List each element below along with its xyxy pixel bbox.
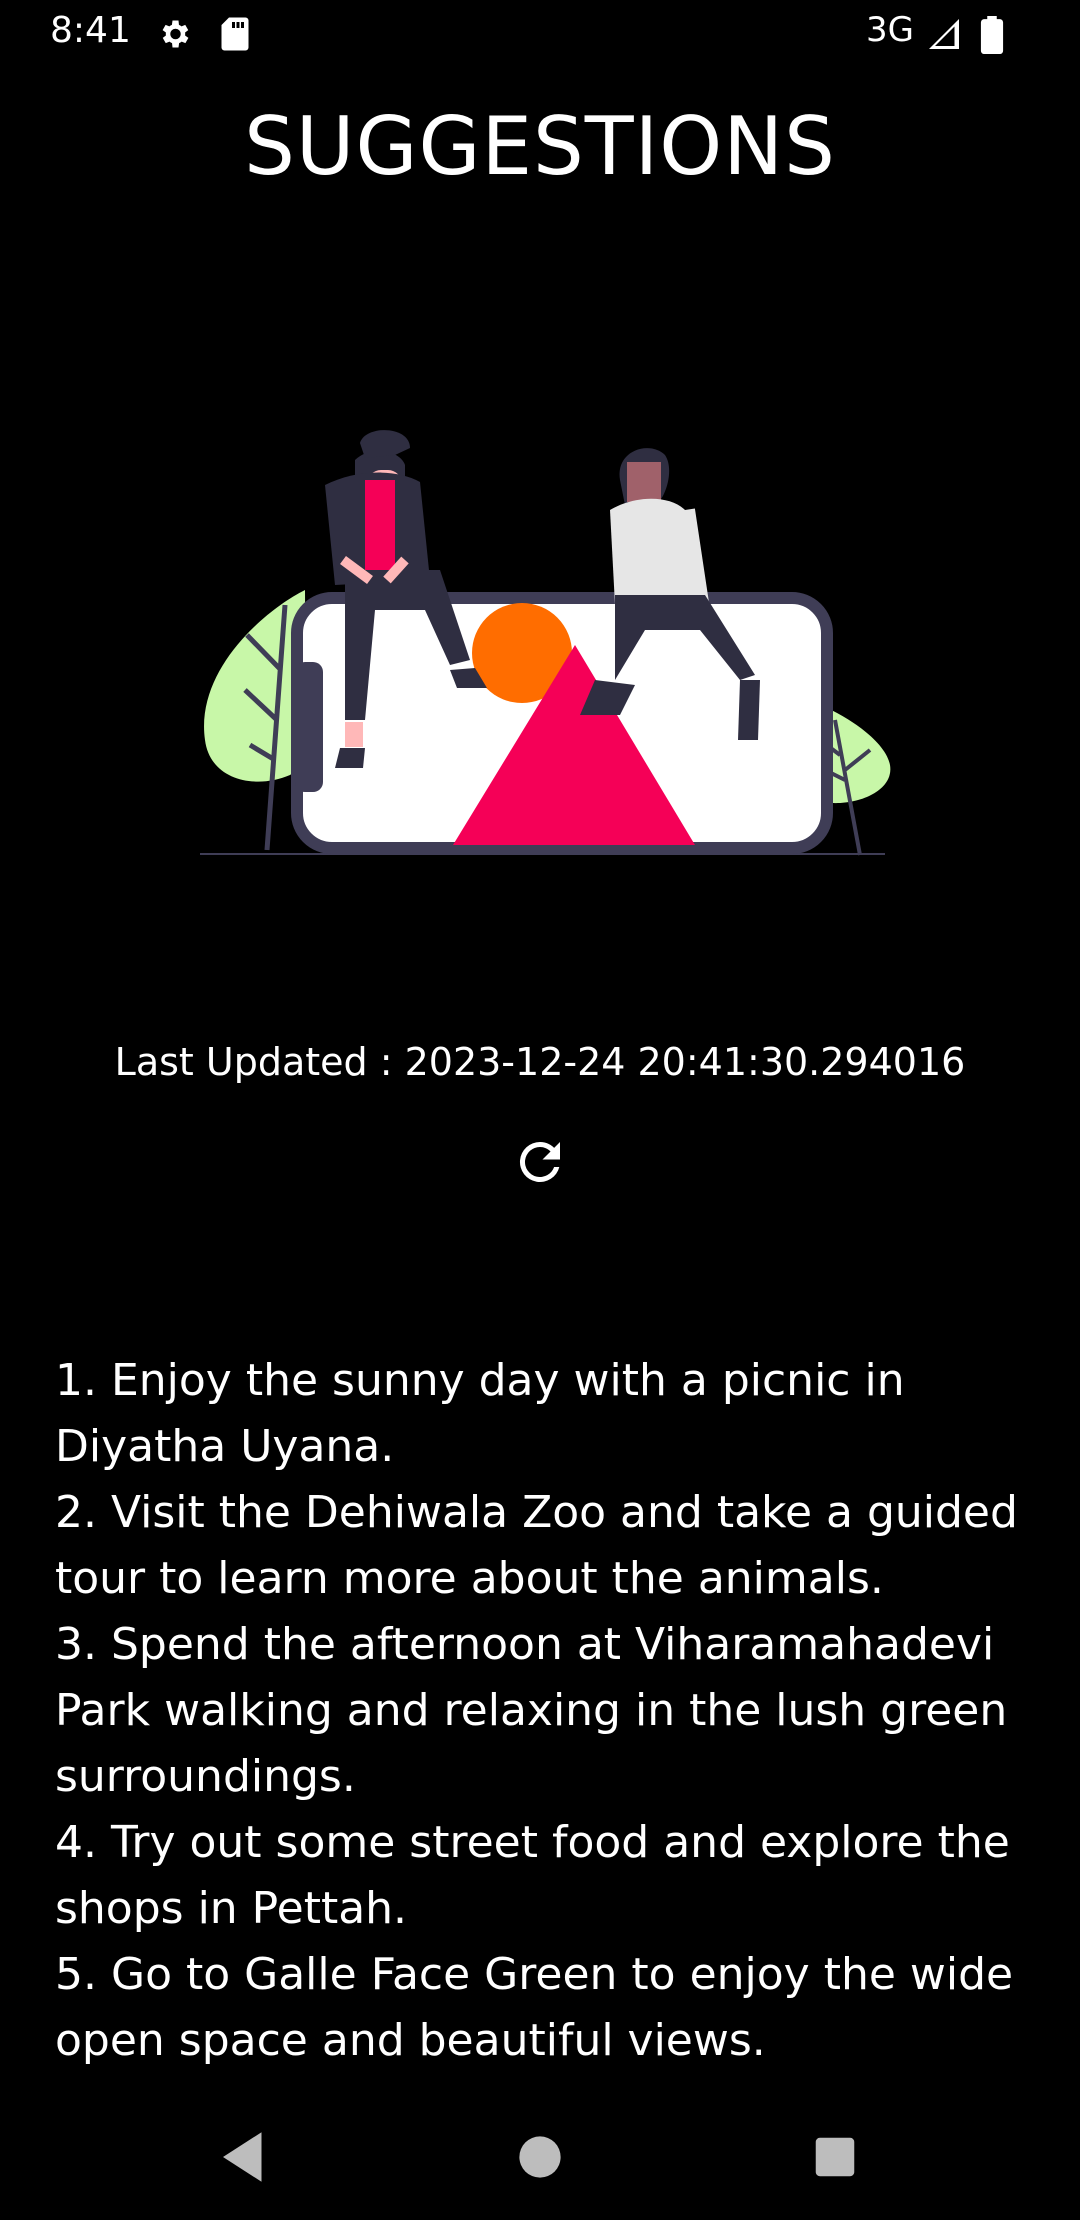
- suggestions-illustration: [195, 370, 895, 870]
- suggestion-item: 3. Spend the afternoon at Viharamahadevi…: [55, 1619, 1008, 1802]
- back-button[interactable]: [212, 2124, 278, 2190]
- suggestion-item: 5. Go to Galle Face Green to enjoy the w…: [55, 1949, 1014, 2066]
- home-icon: [507, 2136, 573, 2194]
- battery-icon: [980, 16, 1004, 58]
- refresh-icon: [510, 1142, 570, 1196]
- sd-card-icon: [220, 16, 250, 56]
- status-bar: 8:41 3G: [0, 0, 1080, 70]
- page-title: SUGGESTIONS: [244, 100, 836, 193]
- refresh-button[interactable]: [510, 1132, 570, 1192]
- settings-icon: [156, 16, 192, 56]
- suggestions-list: 1. Enjoy the sunny day with a picnic in …: [55, 1348, 1035, 2074]
- back-icon: [212, 2132, 278, 2194]
- network-type: 3G: [866, 10, 914, 50]
- suggestion-item: 4. Try out some street food and explore …: [55, 1817, 1010, 1934]
- suggestion-item: 1. Enjoy the sunny day with a picnic in …: [55, 1355, 905, 1472]
- signal-icon: [926, 16, 962, 56]
- navigation-bar: [0, 2094, 1080, 2220]
- recents-icon: [802, 2137, 868, 2194]
- last-updated-text: Last Updated : 2023-12-24 20:41:30.29401…: [114, 1040, 966, 1084]
- suggestion-item: 2. Visit the Dehiwala Zoo and take a gui…: [55, 1487, 1018, 1604]
- recents-button[interactable]: [802, 2124, 868, 2190]
- status-time: 8:41: [50, 10, 131, 51]
- home-button[interactable]: [507, 2124, 573, 2190]
